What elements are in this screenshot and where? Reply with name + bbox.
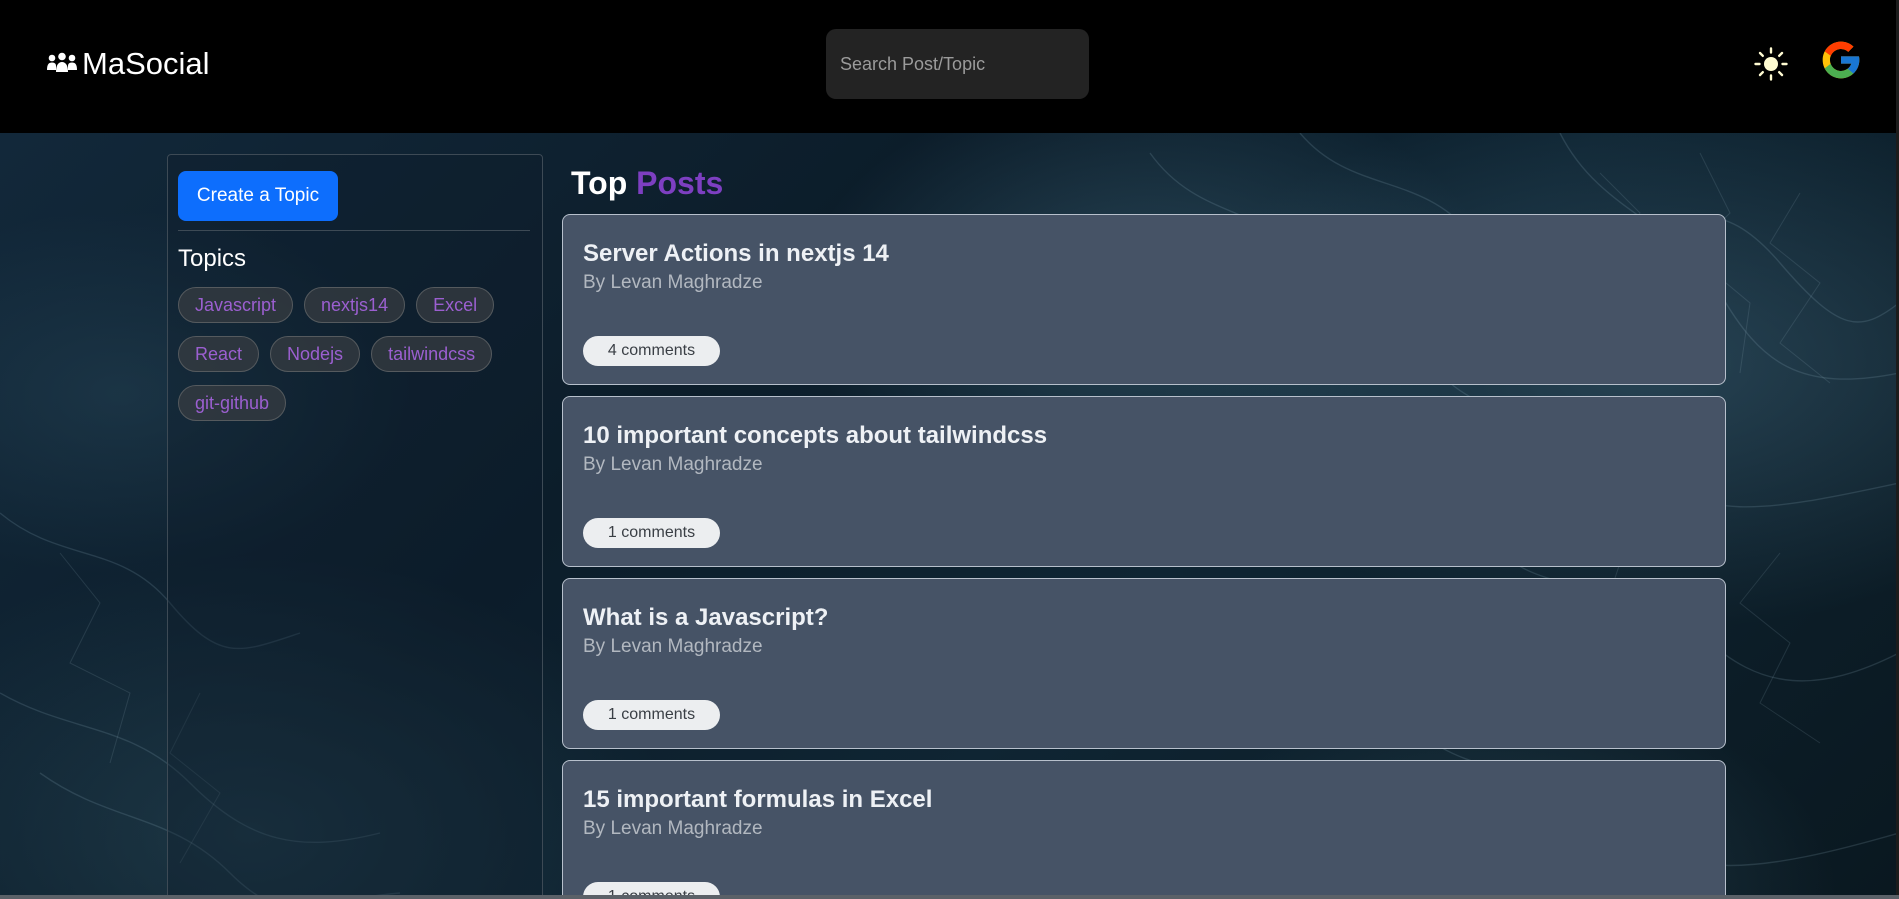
- post-title[interactable]: 10 important concepts about tailwindcss: [583, 422, 1047, 450]
- create-topic-button[interactable]: Create a Topic: [178, 171, 338, 221]
- topic-chip-tailwindcss[interactable]: tailwindcss: [371, 336, 493, 372]
- page: MaSocial Create a Topic To: [0, 0, 1899, 899]
- sun-icon[interactable]: [1754, 47, 1788, 81]
- post-title[interactable]: 15 important formulas in Excel: [583, 786, 932, 814]
- brand-name: MaSocial: [82, 46, 210, 81]
- search-input[interactable]: [826, 29, 1089, 99]
- post-author: By Levan Maghradze: [583, 636, 763, 657]
- sidebar-divider: [178, 230, 530, 231]
- post-author: By Levan Maghradze: [583, 272, 763, 293]
- post-author: By Levan Maghradze: [583, 818, 763, 839]
- post-title[interactable]: What is a Javascript?: [583, 604, 828, 632]
- google-icon[interactable]: [1819, 38, 1863, 82]
- post-author: By Levan Maghradze: [583, 454, 763, 475]
- comments-badge: 1 comments: [583, 700, 720, 730]
- topics-heading: Topics: [178, 245, 247, 272]
- topic-chip-git-github[interactable]: git-github: [178, 385, 287, 421]
- topic-chip-excel[interactable]: Excel: [416, 287, 495, 323]
- topic-list: Javascript nextjs14 Excel React Nodejs t…: [178, 287, 528, 421]
- topic-chip-javascript[interactable]: Javascript: [178, 287, 294, 323]
- post-card[interactable]: What is a Javascript? By Levan Maghradze…: [562, 578, 1726, 749]
- topic-chip-nodejs[interactable]: Nodejs: [270, 336, 361, 372]
- heading-accent-word: Posts: [636, 165, 724, 201]
- top-navbar: MaSocial: [0, 0, 1899, 133]
- post-title[interactable]: Server Actions in nextjs 14: [583, 240, 889, 268]
- comments-badge: 4 comments: [583, 336, 720, 366]
- users-icon: [47, 52, 77, 72]
- heading-first-word: Top: [571, 165, 628, 201]
- post-card[interactable]: 15 important formulas in Excel By Levan …: [562, 760, 1726, 899]
- topic-chip-react[interactable]: React: [178, 336, 260, 372]
- horizontal-scrollbar[interactable]: [0, 895, 1899, 899]
- comments-badge: 1 comments: [583, 518, 720, 548]
- post-card[interactable]: Server Actions in nextjs 14 By Levan Mag…: [562, 214, 1726, 385]
- topics-sidebar: Create a Topic Topics Javascript nextjs1…: [167, 154, 543, 899]
- post-card[interactable]: 10 important concepts about tailwindcss …: [562, 396, 1726, 567]
- topic-chip-nextjs14[interactable]: nextjs14: [304, 287, 406, 323]
- top-posts-heading: Top Posts: [571, 165, 723, 202]
- brand-link[interactable]: MaSocial: [46, 44, 210, 84]
